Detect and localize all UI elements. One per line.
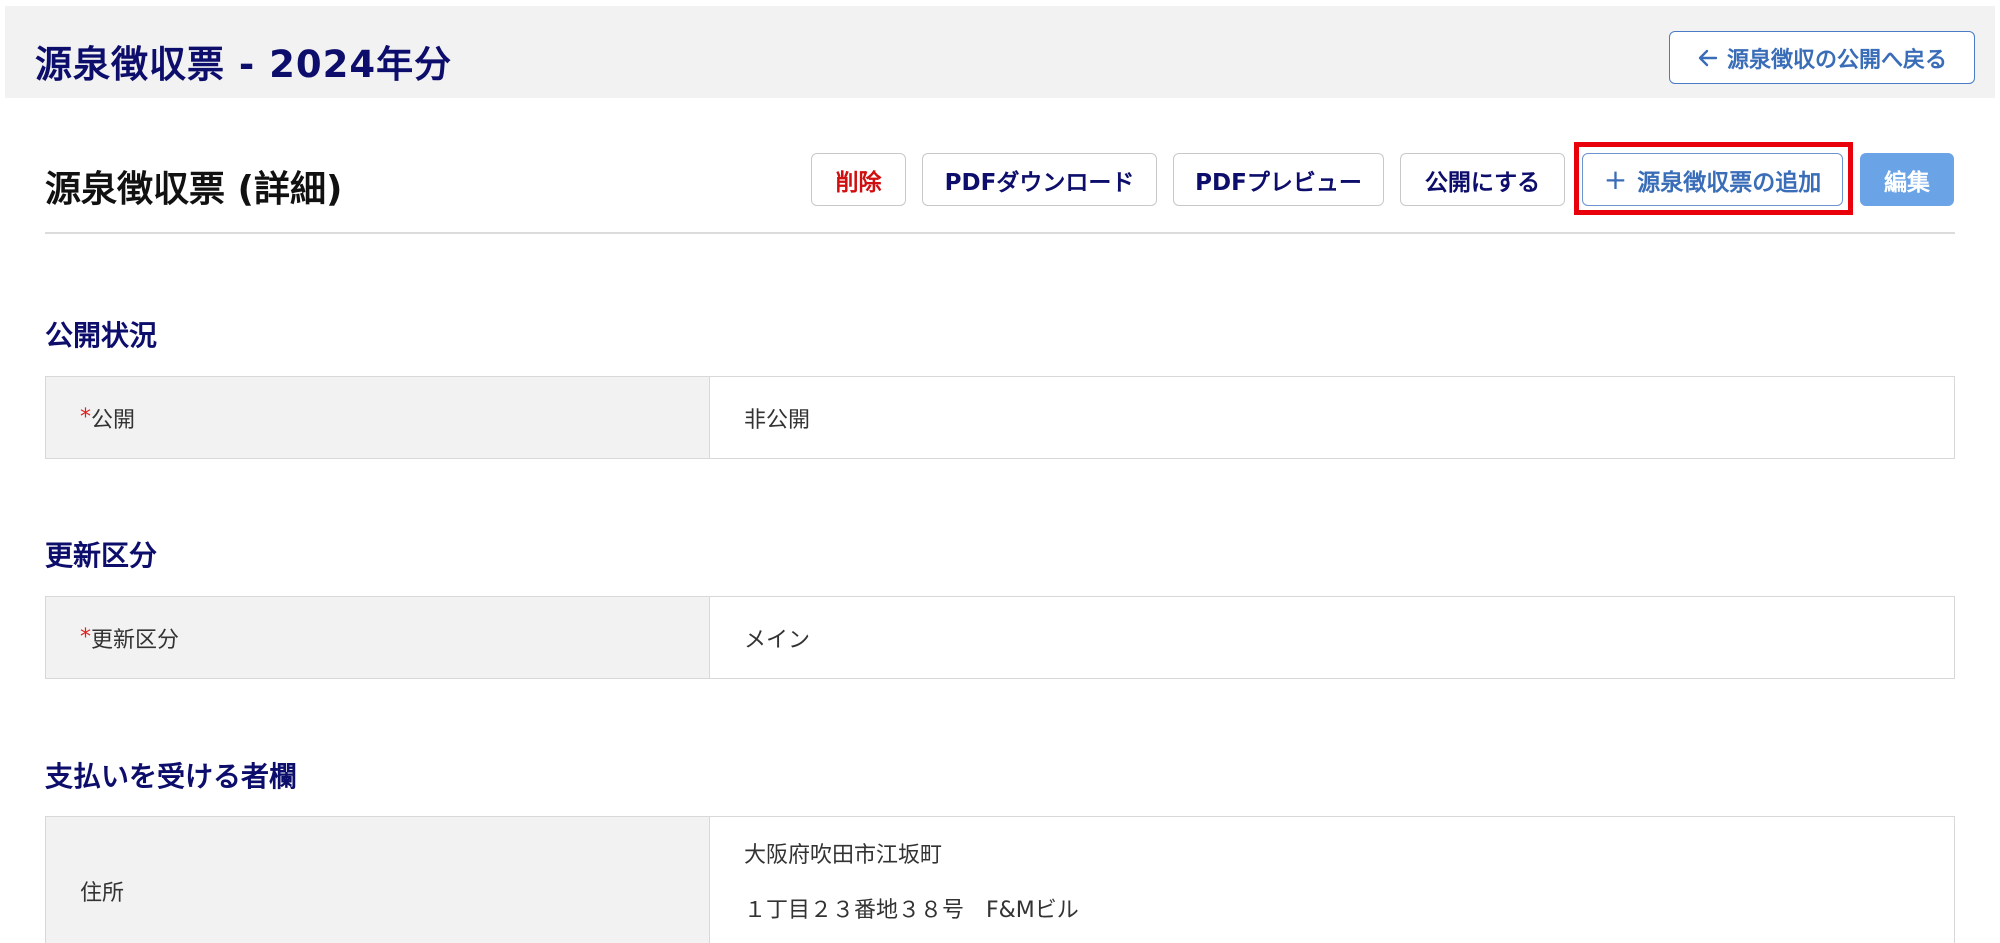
payee-address-row: 住所 大阪府吹田市江坂町 １丁目２３番地３８号 F&Mビル [45,816,1955,943]
pdf-preview-button[interactable]: PDFプレビュー [1173,153,1384,206]
arrow-left-icon [1698,49,1718,66]
section-title-payee: 支払いを受ける者欄 [45,760,298,793]
update-type-row: * 更新区分 メイン [45,596,1955,679]
page-title: 源泉徴収票 - 2024年分 [35,43,453,86]
address-line-2: １丁目２３番地３８号 F&Mビル [744,898,1079,923]
field-label: 住所 [46,817,710,943]
address-line-1: 大阪府吹田市江坂町 [744,843,943,868]
field-label-text: 公開 [91,407,136,433]
field-value: メイン [744,627,811,653]
publish-status-row: * 公開 非公開 [45,376,1955,459]
section-title-update-type: 更新区分 [45,539,158,572]
detail-title: 源泉徴収票 (詳細) [45,169,343,210]
required-mark: * [80,625,91,650]
back-to-publish-button[interactable]: 源泉徴収の公開へ戻る [1669,31,1975,84]
pdf-download-button[interactable]: PDFダウンロード [922,153,1157,206]
back-button-label: 源泉徴収の公開へ戻る [1726,47,1947,73]
highlight-box [1574,142,1853,215]
section-title-publish-status: 公開状況 [45,319,158,352]
header-divider [45,232,1955,234]
field-label-text: 更新区分 [91,627,180,653]
delete-button[interactable]: 削除 [811,153,906,206]
field-value: 非公開 [744,407,811,433]
page-header: 源泉徴収票 - 2024年分 源泉徴収の公開へ戻る [5,6,1995,98]
publish-button[interactable]: 公開にする [1400,153,1565,206]
field-label: * 公開 [46,377,710,458]
edit-button[interactable]: 編集 [1860,153,1954,206]
required-mark: * [80,405,91,430]
field-value: 大阪府吹田市江坂町 １丁目２３番地３８号 F&Mビル [710,817,1954,943]
field-label: * 更新区分 [46,597,710,678]
